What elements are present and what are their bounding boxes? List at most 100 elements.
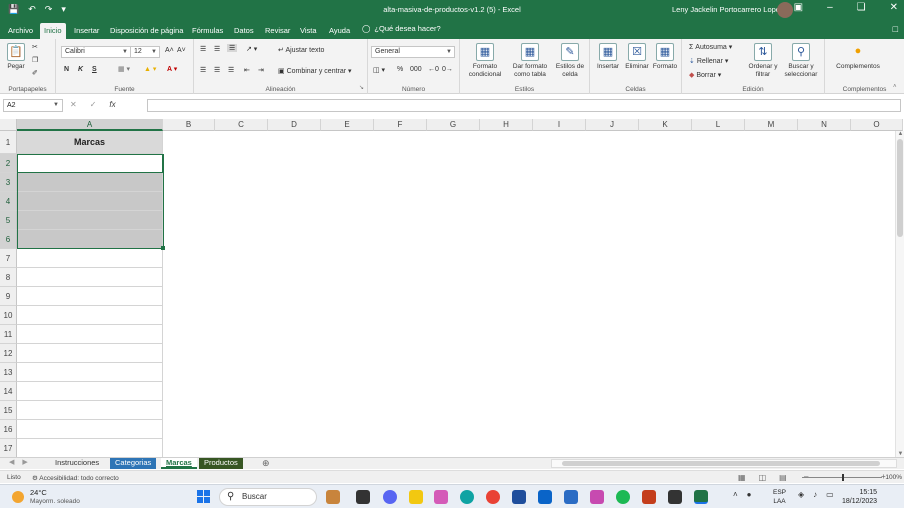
autosum-button[interactable]: Σ Autosuma ▾	[689, 43, 732, 51]
insert-function-button[interactable]: fx	[109, 100, 115, 109]
minimize-icon[interactable]: –	[827, 2, 833, 13]
row-header-9[interactable]: 9	[0, 287, 17, 306]
horizontal-scrollbar[interactable]	[551, 459, 897, 468]
conditional-format-button[interactable]: ▦ Formato condicional	[463, 43, 507, 79]
column-header-l[interactable]: L	[692, 119, 745, 131]
enter-icon[interactable]: ✓	[90, 100, 97, 109]
powerpoint-icon[interactable]	[642, 490, 656, 504]
addins-button[interactable]: ● Complementos	[827, 43, 889, 71]
wrap-text-button[interactable]: ↵ Ajustar texto	[278, 46, 324, 54]
app-icon-10[interactable]	[564, 490, 578, 504]
app-icon-3[interactable]	[383, 490, 397, 504]
chrome-icon[interactable]	[486, 490, 500, 504]
number-format-select[interactable]: General ▼	[371, 46, 455, 58]
tab-inicio[interactable]: Inicio	[40, 23, 66, 39]
row-header-13[interactable]: 13	[0, 363, 17, 382]
page-break-icon[interactable]: ▤	[779, 473, 787, 482]
microphone-icon[interactable]: ●	[747, 490, 752, 499]
tab-ayuda[interactable]: Ayuda	[325, 23, 354, 39]
align-center-icon[interactable]: ☰	[214, 66, 220, 74]
find-select-button[interactable]: ⚲ Buscar y seleccionar	[780, 43, 822, 79]
borders-icon[interactable]: ▦ ▾	[118, 65, 130, 73]
row-header-11[interactable]: 11	[0, 325, 17, 344]
underline-button[interactable]: S	[92, 66, 97, 73]
row-header-1[interactable]: 1	[0, 131, 17, 154]
cell-a12[interactable]	[17, 344, 163, 363]
row-header-12[interactable]: 12	[0, 344, 17, 363]
cell-a7[interactable]	[17, 249, 163, 268]
fill-color-icon[interactable]: ▲ ▾	[144, 65, 156, 73]
battery-icon[interactable]: ▭	[826, 490, 834, 499]
align-middle-icon[interactable]: ☰	[214, 45, 220, 53]
increase-decimal-icon[interactable]: ←0	[428, 66, 439, 73]
fill-button[interactable]: ⇣ Rellenar ▾	[689, 57, 728, 65]
clear-button[interactable]: ◆ Borrar ▾	[689, 71, 721, 79]
row-header-3[interactable]: 3	[0, 173, 17, 192]
spotify-icon[interactable]	[616, 490, 630, 504]
hscroll-thumb[interactable]	[562, 461, 880, 466]
dialog-launcher-icon[interactable]: ↘	[359, 84, 364, 91]
column-header-a[interactable]: A	[17, 119, 163, 131]
cell-styles-button[interactable]: ✎ Estilos de celda	[552, 43, 588, 79]
format-painter-icon[interactable]: ✐	[32, 69, 38, 77]
cell-a9[interactable]	[17, 287, 163, 306]
taskbar-search[interactable]: ⚲ Buscar	[219, 488, 317, 506]
column-header-f[interactable]: F	[374, 119, 427, 131]
vertical-scrollbar[interactable]: ▲ ▼	[895, 131, 904, 457]
cell-a1-header[interactable]: Marcas	[17, 131, 163, 154]
column-header-b[interactable]: B	[163, 119, 215, 131]
app-icon-1[interactable]	[326, 490, 340, 504]
cell-a17[interactable]	[17, 439, 163, 458]
cell-a3[interactable]	[17, 173, 163, 192]
merge-center-button[interactable]: ▣ Combinar y centrar ▾	[278, 67, 352, 75]
align-left-icon[interactable]: ☰	[200, 66, 206, 74]
font-color-icon[interactable]: A ▾	[167, 65, 177, 73]
insert-cells-button[interactable]: ▦ Insertar	[593, 43, 623, 71]
tab-disposicion[interactable]: Disposición de página	[106, 23, 187, 39]
currency-icon[interactable]: ◫ ▾	[373, 66, 385, 74]
italic-button[interactable]: K	[78, 66, 83, 73]
comments-icon[interactable]: □	[893, 24, 898, 34]
zoom-level[interactable]: 100%	[885, 474, 902, 481]
cell-a4[interactable]	[17, 192, 163, 211]
sheet-nav-icon[interactable]: ◀▶	[9, 458, 36, 466]
bold-button[interactable]: N	[64, 66, 69, 73]
collapse-ribbon-icon[interactable]: ˄	[893, 84, 897, 90]
row-header-17[interactable]: 17	[0, 439, 17, 458]
normal-view-icon[interactable]: ▦	[738, 473, 746, 482]
excel-icon[interactable]	[694, 490, 708, 504]
format-as-table-button[interactable]: ▦ Dar formato como tabla	[508, 43, 552, 79]
app-icon-14[interactable]	[668, 490, 682, 504]
sheet-tab-productos[interactable]: Productos	[199, 458, 243, 469]
row-header-6[interactable]: 6	[0, 230, 17, 249]
tab-revisar[interactable]: Revisar	[261, 23, 294, 39]
column-header-e[interactable]: E	[321, 119, 374, 131]
column-header-m[interactable]: M	[745, 119, 798, 131]
select-all-button[interactable]	[0, 119, 17, 131]
zoom-knob[interactable]	[842, 474, 844, 481]
cell-a13[interactable]	[17, 363, 163, 382]
zoom-slider[interactable]	[802, 474, 882, 481]
delete-cells-button[interactable]: ☒ Eliminar	[622, 43, 652, 71]
cell-a6[interactable]	[17, 230, 163, 249]
tab-formulas[interactable]: Fórmulas	[188, 23, 227, 39]
font-size-select[interactable]: 12 ▼	[130, 46, 160, 58]
cell-a14[interactable]	[17, 382, 163, 401]
tab-archivo[interactable]: Archivo	[4, 23, 37, 39]
scroll-up-icon[interactable]: ▲	[896, 131, 904, 137]
mail-icon[interactable]	[538, 490, 552, 504]
column-header-k[interactable]: K	[639, 119, 692, 131]
page-layout-icon[interactable]: ◫	[759, 473, 767, 482]
tab-insertar[interactable]: Insertar	[70, 23, 103, 39]
column-header-o[interactable]: O	[851, 119, 903, 131]
app-icon-2[interactable]	[356, 490, 370, 504]
font-family-select[interactable]: Calibri ▼	[61, 46, 131, 58]
ribbon-display-icon[interactable]: ▣	[794, 2, 803, 13]
percent-button[interactable]: %	[397, 66, 403, 73]
align-top-icon[interactable]: ☰	[200, 45, 206, 53]
name-box[interactable]: A2 ▼	[3, 99, 63, 112]
row-header-7[interactable]: 7	[0, 249, 17, 268]
avatar[interactable]	[777, 2, 793, 18]
column-header-c[interactable]: C	[215, 119, 268, 131]
cell-a5[interactable]	[17, 211, 163, 230]
